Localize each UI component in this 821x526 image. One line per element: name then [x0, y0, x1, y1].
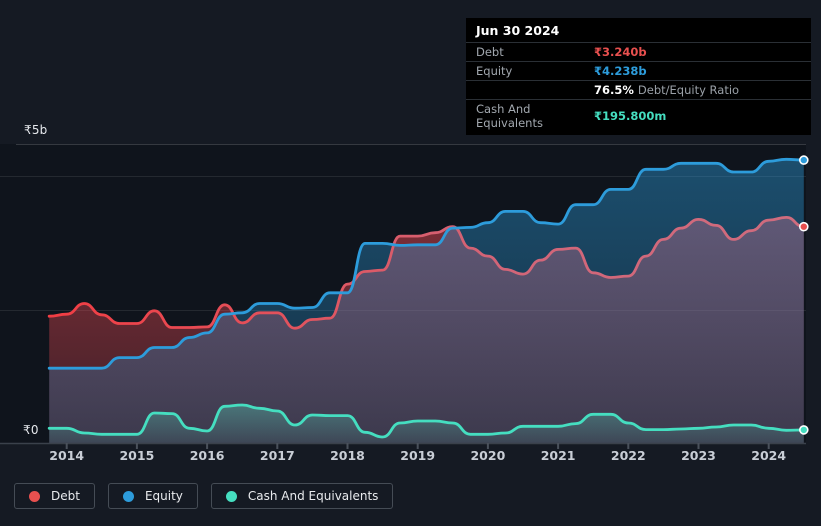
x-axis-label-2017: 2017: [259, 448, 295, 463]
tooltip-ratio-value: 76.5%: [594, 83, 634, 97]
tooltip-row-debt: Debt ₹3.240b: [466, 43, 811, 62]
tooltip-row-equity: Equity ₹4.238b: [466, 62, 811, 81]
tooltip-debt-label: Debt: [476, 45, 504, 59]
x-axis-label-2023: 2023: [681, 448, 716, 463]
cash-end-marker: [798, 425, 809, 435]
legend-item-debt[interactable]: Debt: [14, 483, 95, 509]
tooltip-equity-label: Equity: [476, 64, 513, 78]
x-axis-label-2024: 2024: [751, 448, 787, 463]
legend-label-debt: Debt: [51, 489, 80, 503]
legend-label-cash: Cash And Equivalents: [247, 489, 379, 503]
x-axis-label-2021: 2021: [540, 448, 576, 463]
y-axis-label-zero: ₹0: [23, 423, 39, 437]
tooltip-cash-label: Cash And Equivalents: [476, 102, 543, 130]
legend-label-equity: Equity: [144, 489, 183, 503]
x-axis-label-2016: 2016: [189, 448, 225, 463]
x-axis-label-2019: 2019: [400, 448, 436, 463]
cash-series-dot: [225, 490, 237, 502]
legend-item-equity[interactable]: Equity: [107, 483, 198, 509]
tooltip-date: Jun 30 2024: [466, 18, 811, 43]
tooltip-ratio-label: Debt/Equity Ratio: [637, 83, 740, 97]
y-axis-label-top: ₹5b: [24, 123, 48, 137]
tooltip-row-cash: Cash And Equivalents ₹195.800m: [466, 100, 811, 135]
x-axis-label-2020: 2020: [470, 448, 506, 463]
debt-equity-history-chart: ₹5b ₹0 2014 2015 2016 2017 2018 2019 2020 2021 2…: [0, 0, 821, 526]
chart-tooltip: Jun 30 2024 Debt ₹3.240b Equity ₹4.238b …: [466, 18, 811, 135]
equity-series-dot: [122, 490, 134, 502]
x-axis-label-2015: 2015: [119, 448, 155, 463]
debt-series-dot: [29, 490, 40, 502]
x-axis-label-2018: 2018: [330, 448, 365, 463]
legend-item-cash[interactable]: Cash And Equivalents: [210, 483, 394, 509]
tooltip-debt-value: ₹3.240b: [594, 45, 647, 59]
debt-end-marker: [798, 221, 809, 232]
x-axis-label-2022: 2022: [610, 448, 646, 463]
x-axis-label-2014: 2014: [49, 448, 85, 463]
tooltip-row-ratio: 76.5% Debt/Equity Ratio: [466, 81, 811, 100]
equity-end-marker: [798, 155, 809, 165]
tooltip-cash-value: ₹195.800m: [594, 109, 667, 123]
tooltip-equity-value: ₹4.238b: [594, 64, 647, 78]
chart-legend: Debt Equity Cash And Equivalents: [14, 483, 394, 509]
